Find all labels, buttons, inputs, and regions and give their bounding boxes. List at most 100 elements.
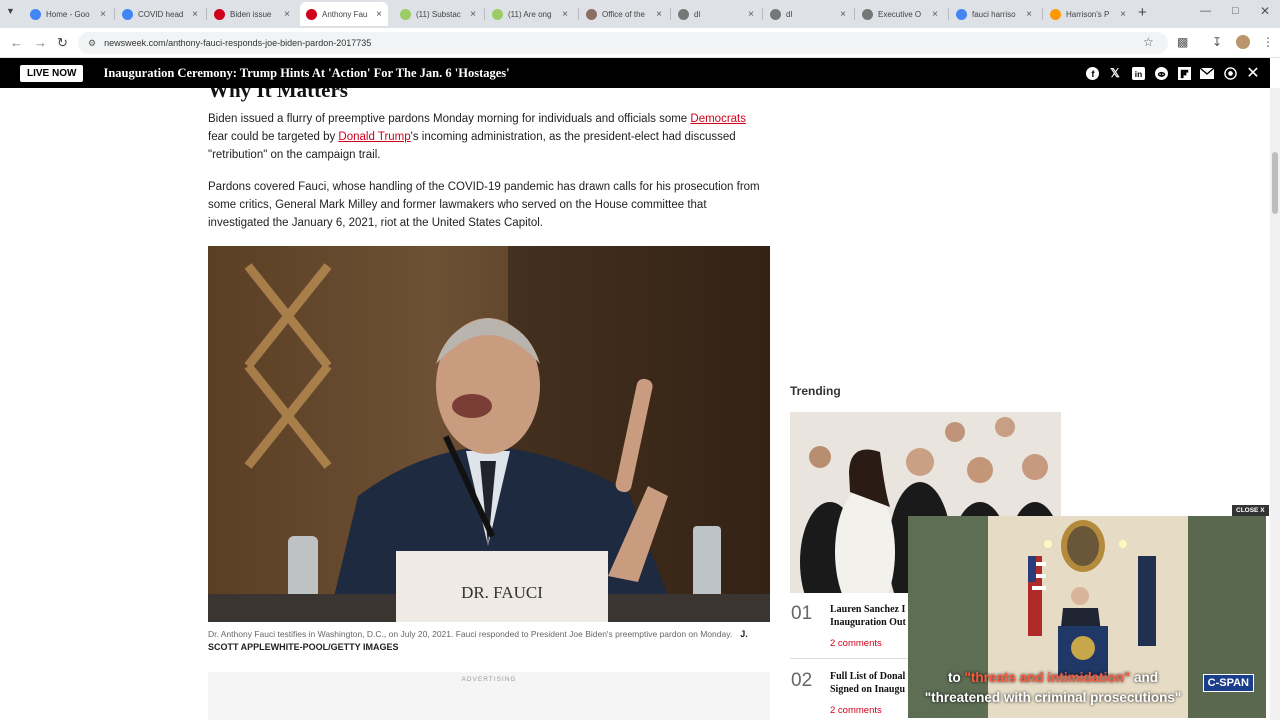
minimize-icon[interactable]: — — [1200, 5, 1211, 17]
url-text[interactable]: newsweek.com/anthony-fauci-responds-joe-… — [104, 38, 371, 48]
tab-title: (11) Are ong — [508, 9, 552, 19]
scrollbar-thumb[interactable] — [1272, 152, 1278, 214]
globe-icon — [862, 8, 873, 20]
forward-arrow-icon[interactable]: → — [34, 35, 47, 51]
caption-line-1-highlight: "threats and intimidation" — [964, 670, 1131, 685]
photo-placard-text: DR. FAUCI — [461, 583, 543, 602]
video-closed-caption: to "threats and intimidation" and "threa… — [914, 668, 1192, 708]
google-drive-icon — [30, 8, 41, 20]
address-bar[interactable]: ⚙ newsweek.com/anthony-fauci-responds-jo… — [78, 32, 1168, 54]
tab-close-icon[interactable]: × — [192, 9, 198, 20]
tab-6[interactable]: (11) Are ong × — [486, 2, 574, 26]
tab-11[interactable]: fauci harriso × — [950, 2, 1038, 26]
tab-9[interactable]: dl × — [764, 2, 852, 26]
tab-close-icon[interactable]: × — [1120, 9, 1126, 20]
tab-close-icon[interactable]: × — [562, 9, 568, 20]
tab-close-icon[interactable]: × — [100, 9, 106, 20]
trending-comments-1[interactable]: 2 comments — [830, 638, 882, 649]
trending-divider — [790, 658, 910, 659]
tab-5[interactable]: (11) Substac × — [394, 2, 482, 26]
tab-10[interactable]: Executive O × — [856, 2, 944, 26]
tab-separator — [578, 8, 579, 20]
linkedin-icon[interactable]: in — [1131, 66, 1145, 80]
close-share-bar-icon[interactable]: ✕ — [1246, 65, 1260, 82]
globe-green-icon — [492, 8, 503, 20]
tab-separator — [762, 8, 763, 20]
email-icon[interactable] — [1200, 66, 1214, 80]
site-info-icon[interactable]: ⚙ — [88, 38, 96, 49]
close-video-button[interactable]: CLOSE X — [1232, 505, 1269, 516]
tab-separator — [484, 8, 485, 20]
tab-8[interactable]: dl × — [672, 2, 760, 26]
download-icon[interactable]: ↧ — [1212, 35, 1222, 49]
facebook-icon[interactable]: f — [1085, 66, 1099, 80]
extensions-icon[interactable]: ▩ — [1177, 35, 1188, 49]
article-photo[interactable]: DR. FAUCI — [208, 246, 770, 622]
google-docs-icon — [122, 8, 133, 20]
tab-3[interactable]: Biden issue × — [208, 2, 296, 26]
red-cross-icon — [214, 8, 225, 20]
tab-separator — [854, 8, 855, 20]
bookmark-star-icon[interactable]: ☆ — [1143, 35, 1154, 49]
profile-avatar[interactable] — [1236, 35, 1250, 49]
x-icon[interactable]: 𝕏 — [1108, 66, 1122, 80]
tab-close-icon[interactable]: × — [840, 9, 846, 20]
link-democrats[interactable]: Democrats — [690, 113, 746, 125]
tab-title: Biden issue — [230, 9, 272, 19]
link-donald-trump[interactable]: Donald Trump — [338, 131, 410, 143]
trending-comments-2[interactable]: 2 comments — [830, 705, 882, 716]
browser-tab-bar: ▼ Home - Goo × COVID head × Biden issue × Anth… — [0, 0, 1280, 28]
trending-title-2-line-2[interactable]: Signed on Inaugu — [830, 684, 912, 696]
tab-12[interactable]: Harrison's P × — [1044, 2, 1132, 26]
cspan-logo: C-SPAN — [1202, 674, 1254, 692]
back-arrow-icon[interactable]: ← — [10, 35, 23, 51]
tab-4[interactable]: Anthony Fau × — [300, 2, 388, 26]
share-bar: f 𝕏 in ✕ — [1085, 65, 1260, 82]
browser-menu-icon[interactable]: ⋮ — [1262, 35, 1274, 49]
trending-number-1: 01 — [791, 603, 813, 624]
tab-separator — [670, 8, 671, 20]
tab-title: Executive O — [878, 9, 922, 19]
maximize-icon[interactable]: □ — [1232, 5, 1239, 17]
tab-title: dl — [694, 9, 701, 19]
trending-title-1-line-2[interactable]: Inauguration Out — [830, 617, 912, 629]
reddit-icon[interactable] — [1154, 66, 1168, 80]
tab-close-icon[interactable]: × — [656, 9, 662, 20]
tab-title: Harrison's P — [1066, 9, 1110, 19]
browser-toolbar: ← → ↻ ⚙ newsweek.com/anthony-fauci-respo… — [0, 28, 1280, 58]
tab-7[interactable]: Office of the × — [580, 2, 668, 26]
tab-close-icon[interactable]: × — [748, 9, 754, 20]
svg-text:in: in — [1134, 69, 1141, 79]
caption-line-1-post: and — [1130, 670, 1159, 685]
tab-close-icon[interactable]: × — [376, 9, 382, 20]
tab-title: fauci harriso — [972, 9, 1016, 19]
tab-close-icon[interactable]: × — [470, 9, 476, 20]
tab-title: COVID head — [138, 9, 184, 19]
page-scrollbar[interactable] — [1270, 88, 1280, 720]
live-now-bar: LIVE NOW Inauguration Ceremony: Trump Hi… — [0, 58, 1270, 88]
floating-video-player[interactable]: C-SPAN to "threats and intimidation" and… — [908, 516, 1266, 718]
section-heading: Why It Matters — [208, 88, 348, 102]
trending-title-1-line-1[interactable]: Lauren Sanchez I — [830, 604, 912, 616]
trending-title-2-line-1[interactable]: Full List of Donal — [830, 671, 912, 683]
tab-close-icon[interactable]: × — [932, 9, 938, 20]
reload-icon[interactable]: ↻ — [57, 35, 68, 51]
live-now-badge[interactable]: LIVE NOW — [20, 64, 84, 82]
tab-2[interactable]: COVID head × — [116, 2, 204, 26]
tab-close-icon[interactable]: × — [284, 9, 290, 20]
tab-search-dropdown-icon[interactable]: ▼ — [6, 6, 15, 16]
caption-text: Dr. Anthony Fauci testifies in Washingto… — [208, 629, 733, 639]
tab-close-icon[interactable]: × — [1026, 9, 1032, 20]
tab-title: Home - Goo — [46, 9, 90, 19]
live-headline[interactable]: Inauguration Ceremony: Trump Hints At 'A… — [103, 66, 509, 81]
advertising-slot[interactable]: ADVERTISING — [208, 672, 770, 720]
window-close-icon[interactable]: ✕ — [1260, 4, 1270, 18]
new-tab-button[interactable]: + — [1138, 4, 1147, 21]
text-cursor-icon: I — [580, 318, 584, 332]
globe-green-icon — [400, 8, 411, 20]
tab-1[interactable]: Home - Goo × — [24, 2, 112, 26]
newsweek-icon — [306, 8, 317, 20]
tab-separator — [948, 8, 949, 20]
whatsapp-icon[interactable] — [1223, 66, 1237, 80]
flipboard-icon[interactable] — [1177, 66, 1191, 80]
